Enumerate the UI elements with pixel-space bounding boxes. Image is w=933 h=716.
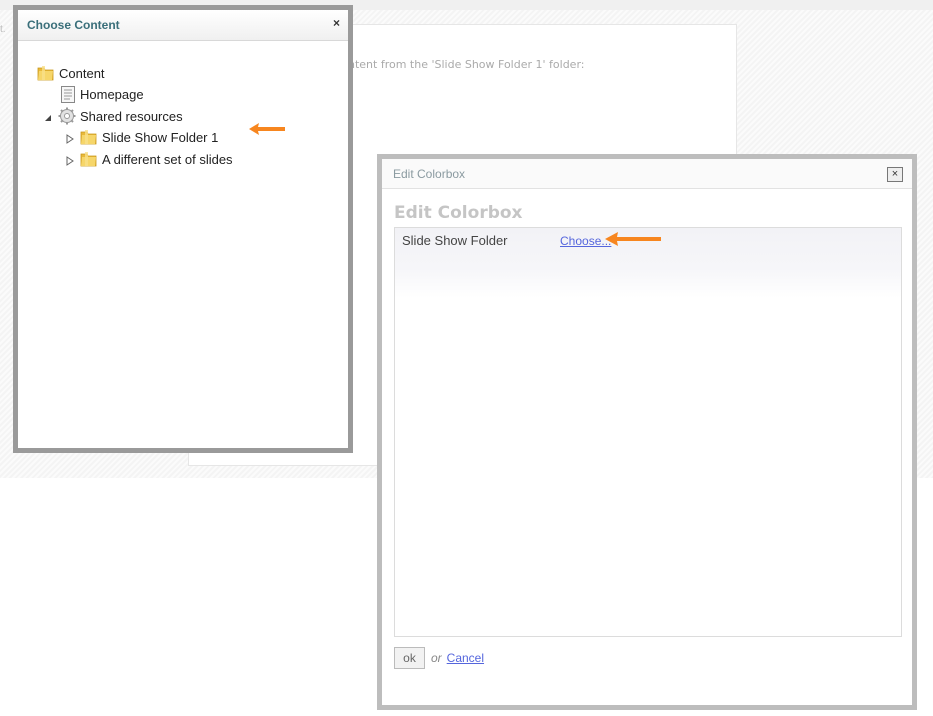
tree-item-label: Slide Show Folder 1 bbox=[102, 129, 219, 145]
slide-show-folder-label: Slide Show Folder bbox=[402, 233, 508, 248]
edit-colorbox-header-title: Edit Colorbox bbox=[393, 167, 466, 181]
folder-icon bbox=[80, 151, 98, 167]
page-icon bbox=[60, 85, 76, 103]
ok-button[interactable]: ok bbox=[394, 647, 425, 669]
close-icon[interactable]: × bbox=[887, 167, 903, 182]
tree-item-shared-resources[interactable]: Shared resources bbox=[44, 106, 183, 126]
or-text: or bbox=[431, 651, 442, 665]
tree-item-label: A different set of slides bbox=[102, 151, 233, 167]
choose-content-dialog: Choose Content × Content Homepage Shared… bbox=[13, 5, 353, 453]
tree-item-content[interactable]: Content bbox=[37, 63, 105, 83]
collapsed-triangle-icon[interactable] bbox=[66, 154, 74, 166]
tree-item-homepage[interactable]: Homepage bbox=[60, 84, 144, 104]
folder-icon bbox=[37, 65, 55, 81]
folder-icon bbox=[80, 129, 98, 145]
close-icon[interactable]: × bbox=[333, 16, 340, 30]
collapsed-triangle-icon[interactable] bbox=[66, 132, 74, 144]
arrow-annotation-choose bbox=[605, 232, 661, 246]
background-intro-text: ntent from the 'Slide Show Folder 1' fol… bbox=[348, 58, 585, 71]
dialog-footer: ok or Cancel bbox=[394, 647, 484, 669]
tree-item-different-set-of-slides[interactable]: A different set of slides bbox=[66, 149, 233, 169]
choose-content-header: Choose Content × bbox=[18, 10, 348, 41]
gear-icon bbox=[58, 107, 76, 125]
arrow-annotation-folder bbox=[249, 123, 285, 135]
tree-item-label: Homepage bbox=[80, 86, 144, 102]
tree-item-slide-show-folder-1[interactable]: Slide Show Folder 1 bbox=[66, 127, 218, 147]
choose-content-title: Choose Content bbox=[27, 18, 120, 32]
edit-colorbox-heading: Edit Colorbox bbox=[394, 203, 523, 223]
edit-colorbox-header: Edit Colorbox × bbox=[382, 159, 912, 189]
expanded-triangle-icon[interactable] bbox=[44, 111, 52, 121]
tree-item-label: Content bbox=[59, 65, 105, 81]
property-panel: Slide Show Folder Choose... bbox=[394, 227, 902, 637]
cancel-link[interactable]: Cancel bbox=[447, 651, 484, 665]
tree-item-label: Shared resources bbox=[80, 108, 183, 124]
background-edge-text: t. bbox=[0, 24, 6, 35]
